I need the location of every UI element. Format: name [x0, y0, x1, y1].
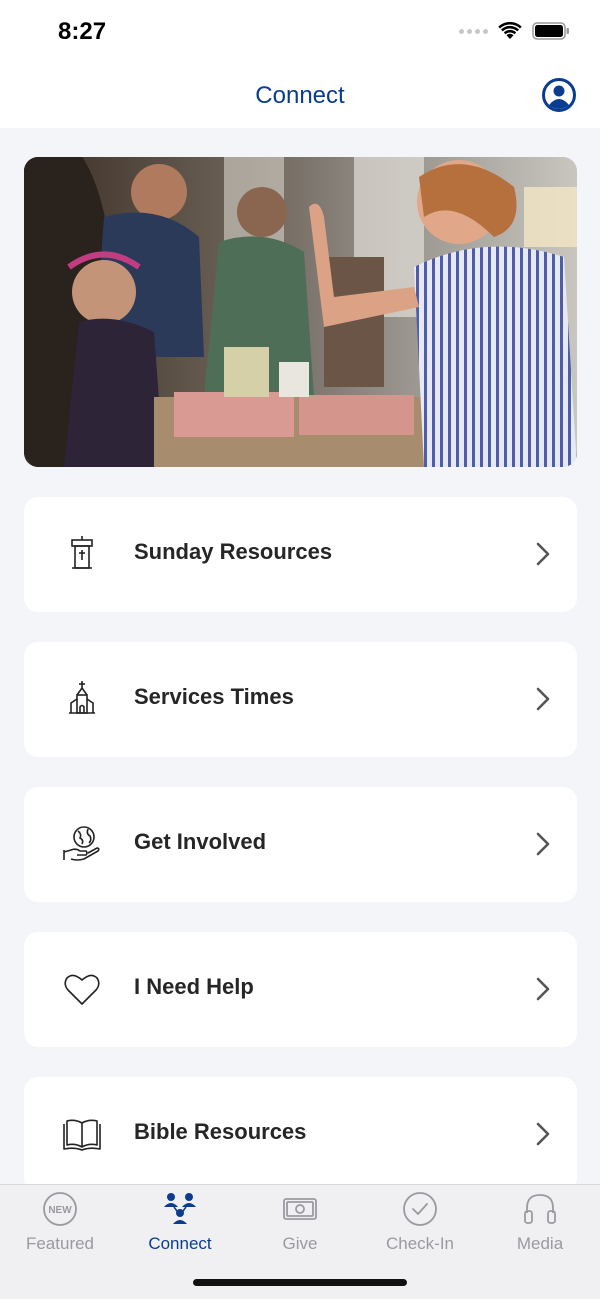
book-icon [63, 1119, 101, 1151]
chevron-right-icon [536, 832, 550, 856]
globe-hand-icon [63, 826, 100, 861]
card-get-involved[interactable]: Get Involved [24, 787, 577, 902]
signal-icon [459, 28, 488, 34]
chevron-right-icon [536, 687, 550, 711]
church-icon [69, 681, 95, 714]
people-icon [164, 1193, 196, 1224]
tab-connect[interactable]: Connect [120, 1185, 240, 1265]
tab-label: Media [516, 1234, 564, 1253]
tab-label: Featured [25, 1234, 95, 1253]
nav-bar: Connect [0, 64, 600, 128]
pulpit-icon [71, 536, 93, 569]
hero-photo [24, 157, 577, 467]
headphones-icon [524, 1194, 556, 1224]
chevron-right-icon [536, 542, 550, 566]
tab-label: Check-In [385, 1234, 455, 1253]
chevron-right-icon [536, 1122, 550, 1146]
card-label: Services Times [134, 684, 294, 709]
card-sunday-resources[interactable]: Sunday Resources [24, 497, 577, 612]
status-time: 8:27 [58, 18, 107, 45]
card-label: I Need Help [134, 974, 254, 999]
card-i-need-help[interactable]: I Need Help [24, 932, 577, 1047]
tab-media[interactable]: Media [480, 1185, 600, 1265]
tab-label: Connect [148, 1234, 212, 1253]
check-circle-icon [403, 1192, 437, 1226]
profile-icon[interactable] [542, 78, 576, 112]
card-label: Get Involved [134, 829, 267, 854]
page-title: Connect [255, 82, 345, 109]
card-services-times[interactable]: Services Times [24, 642, 577, 757]
new-badge-text: NEW [48, 1205, 72, 1216]
status-bar: 8:27 [0, 0, 600, 64]
card-bible-resources[interactable]: Bible Resources [24, 1077, 577, 1192]
card-label: Bible Resources [134, 1119, 307, 1144]
chevron-right-icon [536, 977, 550, 1001]
tab-label: Give [282, 1234, 318, 1253]
money-icon [283, 1198, 317, 1220]
tab-check-in[interactable]: Check-In [360, 1185, 480, 1265]
tab-give[interactable]: Give [240, 1185, 360, 1265]
card-label: Sunday Resources [134, 539, 333, 564]
tab-featured[interactable]: NEW Featured [0, 1185, 120, 1265]
heart-icon [64, 974, 100, 1005]
new-badge-icon: NEW [43, 1192, 77, 1226]
status-icons [459, 22, 570, 40]
home-indicator[interactable] [193, 1279, 407, 1286]
battery-icon [532, 22, 569, 40]
wifi-icon [498, 22, 522, 39]
